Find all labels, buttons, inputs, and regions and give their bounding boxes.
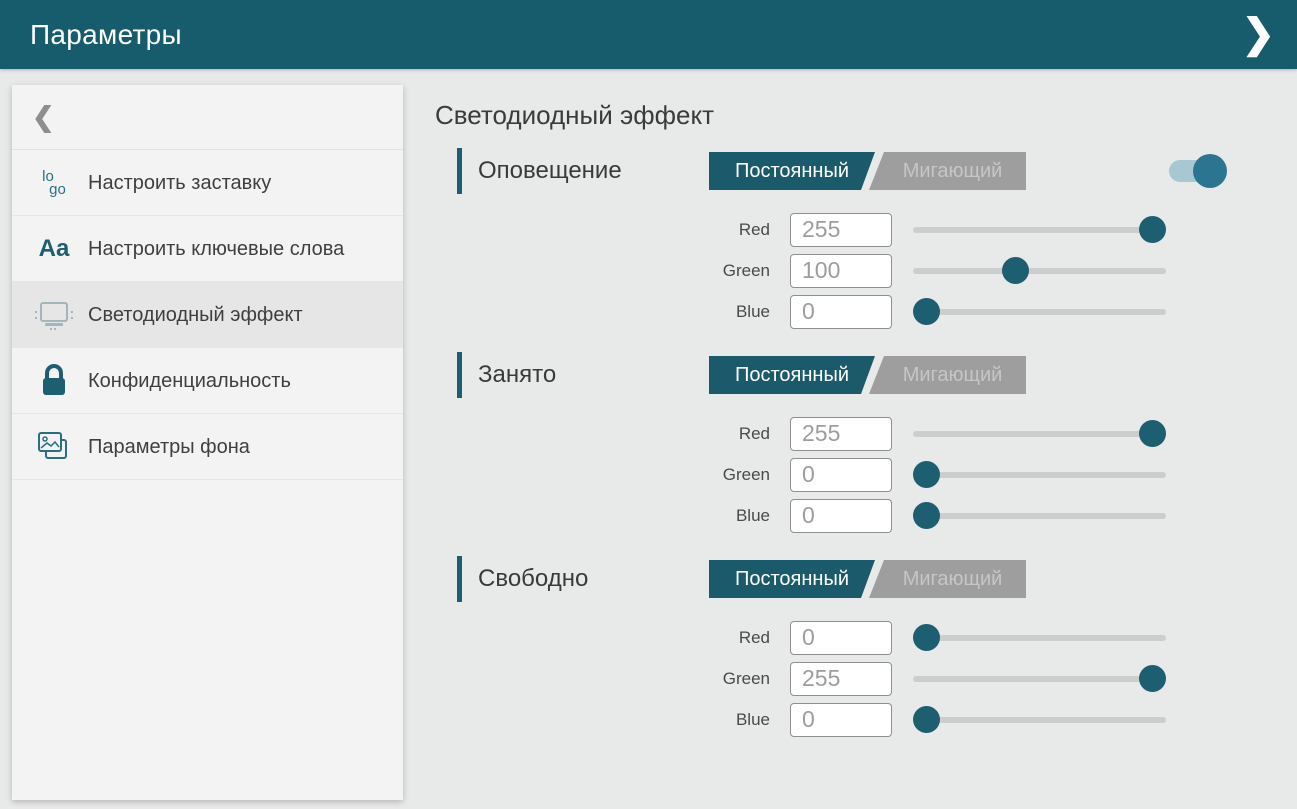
channel-label: Green: [435, 669, 790, 689]
red-value-input[interactable]: [790, 417, 892, 451]
mode-option-blinking[interactable]: Мигающий: [869, 152, 1026, 190]
mode-option-constant[interactable]: Постоянный: [709, 356, 875, 394]
channel-label: Red: [435, 220, 790, 240]
channel-row-green: Green: [435, 658, 1297, 699]
blue-slider[interactable]: [913, 502, 1166, 529]
green-slider[interactable]: [913, 665, 1166, 692]
slider-track: [913, 676, 1166, 682]
sidebar-item-label: Светодиодный эффект: [88, 292, 317, 338]
section-busy: Занято Постоянный Мигающий Red Green: [435, 352, 1297, 536]
green-value-input[interactable]: [790, 458, 892, 492]
channel-row-red: Red: [435, 209, 1297, 250]
red-slider[interactable]: [913, 420, 1166, 447]
sidebar-item-background[interactable]: Параметры фона: [12, 414, 403, 480]
logo-icon: logo: [32, 170, 76, 196]
section-accent-bar: [457, 148, 462, 194]
channel-label: Blue: [435, 710, 790, 730]
channel-label: Green: [435, 465, 790, 485]
lock-icon: [32, 362, 76, 400]
sidebar-item-label: Настроить ключевые слова: [88, 226, 358, 272]
red-slider[interactable]: [913, 216, 1166, 243]
sidebar-item-label: Настроить заставку: [88, 160, 285, 206]
section-label: Оповещение: [478, 157, 709, 185]
images-icon: [32, 428, 76, 466]
text-Aa-icon: Aa: [32, 235, 76, 263]
section-notification: Оповещение Постоянный Мигающий Red: [435, 148, 1297, 332]
display-icon: [32, 298, 76, 332]
settings-window: Параметры ❯ ❮ logo Настроить заставку Aa…: [0, 0, 1297, 809]
mode-option-constant[interactable]: Постоянный: [709, 152, 875, 190]
sidebar-item-led-effect[interactable]: Светодиодный эффект: [12, 282, 403, 348]
blue-slider[interactable]: [913, 706, 1166, 733]
mode-segmented-control: Постоянный Мигающий: [709, 560, 1026, 598]
section-accent-bar: [457, 352, 462, 398]
red-value-input[interactable]: [790, 213, 892, 247]
blue-value-input[interactable]: [790, 703, 892, 737]
green-value-input[interactable]: [790, 254, 892, 288]
red-value-input[interactable]: [790, 621, 892, 655]
channel-row-blue: Blue: [435, 291, 1297, 332]
green-value-input[interactable]: [790, 662, 892, 696]
slider-thumb[interactable]: [913, 298, 940, 325]
sidebar-item-label: Параметры фона: [88, 424, 264, 470]
blue-slider[interactable]: [913, 298, 1166, 325]
slider-track: [913, 472, 1166, 478]
slider-track: [913, 309, 1166, 315]
channel-row-green: Green: [435, 454, 1297, 495]
sidebar-item-screensaver[interactable]: logo Настроить заставку: [12, 150, 403, 216]
mode-segmented-control: Постоянный Мигающий: [709, 356, 1026, 394]
channel-label: Red: [435, 628, 790, 648]
channel-row-red: Red: [435, 413, 1297, 454]
mode-option-blinking[interactable]: Мигающий: [869, 560, 1026, 598]
mode-segmented-control: Постоянный Мигающий: [709, 152, 1026, 190]
slider-track: [913, 431, 1166, 437]
toggle-knob: [1193, 154, 1227, 188]
blue-value-input[interactable]: [790, 295, 892, 329]
sidebar-item-privacy[interactable]: Конфиденциальность: [12, 348, 403, 414]
sidebar-back-row[interactable]: ❮: [12, 85, 403, 150]
notification-toggle-switch[interactable]: [1169, 153, 1227, 189]
slider-thumb[interactable]: [1002, 257, 1029, 284]
channel-row-green: Green: [435, 250, 1297, 291]
red-slider[interactable]: [913, 624, 1166, 651]
page-title: Параметры: [0, 19, 182, 51]
chevron-left-icon: ❮: [12, 102, 55, 133]
sidebar-item-label: Конфиденциальность: [88, 358, 305, 404]
header-bar: Параметры ❯: [0, 0, 1297, 69]
main-content: Светодиодный эффект Оповещение Постоянны…: [435, 69, 1297, 809]
channel-row-blue: Blue: [435, 495, 1297, 536]
mode-option-constant[interactable]: Постоянный: [709, 560, 875, 598]
slider-thumb[interactable]: [913, 624, 940, 651]
slider-thumb[interactable]: [913, 461, 940, 488]
channel-label: Blue: [435, 506, 790, 526]
green-slider[interactable]: [913, 461, 1166, 488]
slider-thumb[interactable]: [1139, 216, 1166, 243]
section-accent-bar: [457, 556, 462, 602]
channel-row-blue: Blue: [435, 699, 1297, 740]
section-free: Свободно Постоянный Мигающий Red Green: [435, 556, 1297, 740]
channel-label: Green: [435, 261, 790, 281]
channel-row-red: Red: [435, 617, 1297, 658]
slider-track: [913, 717, 1166, 723]
slider-thumb[interactable]: [913, 706, 940, 733]
slider-thumb[interactable]: [913, 502, 940, 529]
blue-value-input[interactable]: [790, 499, 892, 533]
mode-option-blinking[interactable]: Мигающий: [869, 356, 1026, 394]
slider-thumb[interactable]: [1139, 420, 1166, 447]
content-title: Светодиодный эффект: [435, 100, 1297, 131]
chevron-right-icon[interactable]: ❯: [1219, 0, 1297, 69]
slider-track: [913, 268, 1166, 274]
slider-track: [913, 227, 1166, 233]
green-slider[interactable]: [913, 257, 1166, 284]
slider-track: [913, 635, 1166, 641]
section-label: Свободно: [478, 565, 709, 593]
slider-thumb[interactable]: [1139, 665, 1166, 692]
channel-label: Blue: [435, 302, 790, 322]
channel-label: Red: [435, 424, 790, 444]
slider-track: [913, 513, 1166, 519]
sidebar: ❮ logo Настроить заставку Aa Настроить к…: [12, 85, 403, 800]
section-label: Занято: [478, 361, 709, 389]
sidebar-item-keywords[interactable]: Aa Настроить ключевые слова: [12, 216, 403, 282]
